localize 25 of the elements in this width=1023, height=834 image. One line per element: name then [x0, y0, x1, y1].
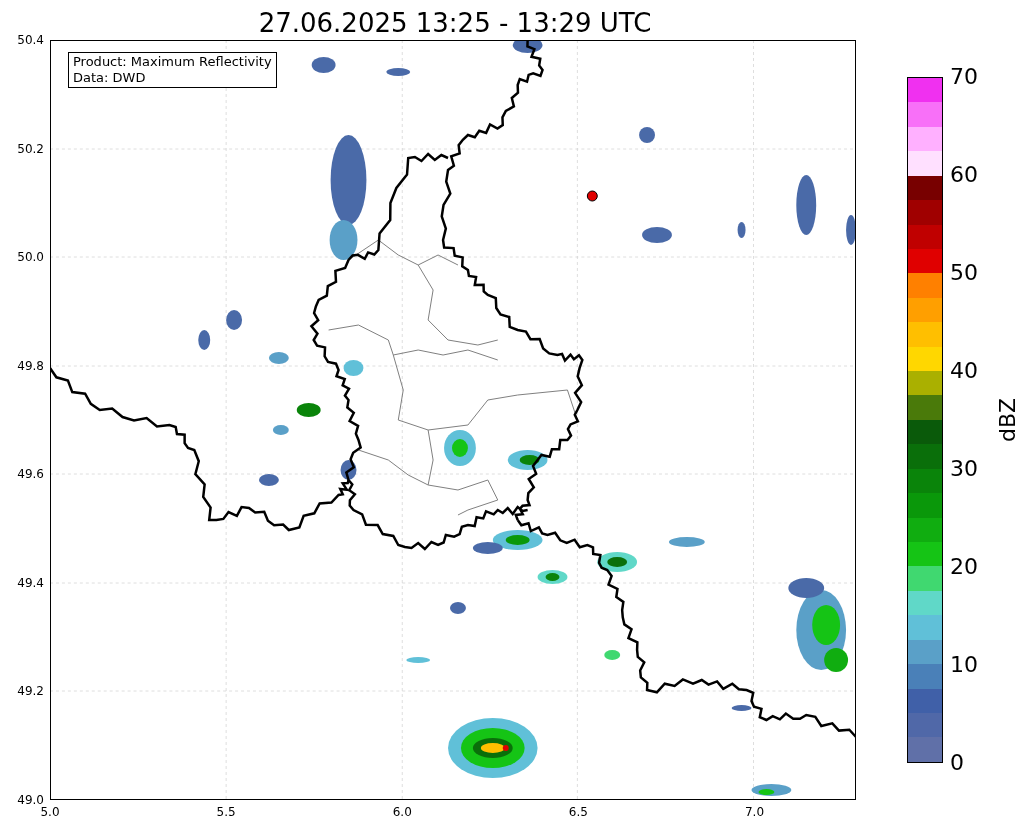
x-tick-label: 7.0: [745, 805, 765, 819]
y-tick-label: 50.2: [17, 141, 44, 156]
x-tick-label: 6.0: [392, 805, 412, 819]
x-tick-label: 5.5: [216, 805, 236, 819]
info-text: Product: Maximum Reflectivity: [73, 54, 272, 70]
y-tick-label: 49.6: [17, 467, 44, 482]
x-tick-label: 5.0: [40, 805, 60, 819]
colorbar-tick-label: 10: [950, 653, 978, 677]
x-tick-label: 6.5: [568, 805, 588, 819]
colorbar-tick-label: 0: [950, 751, 964, 775]
y-tick-label: 50.0: [17, 250, 44, 265]
colorbar-tick-label: 50: [950, 261, 978, 285]
colorbar-tick-label: 60: [950, 163, 978, 187]
y-tick-label: 49.0: [17, 793, 44, 807]
colorbar-tick-label: 70: [950, 65, 978, 89]
colorbar-tick-label: 30: [950, 457, 978, 481]
colorbar-tick-label: 40: [950, 359, 978, 383]
y-tick-label: 49.2: [17, 684, 44, 699]
y-tick-label: 49.4: [17, 575, 44, 590]
colorbar-label: dBZ: [996, 397, 1020, 443]
info-text: Data: DWD: [73, 70, 147, 86]
colorbar-tick-label: 20: [950, 555, 978, 579]
chart-title: 27.06.2025 13:25 - 13:29 UTC: [258, 7, 652, 40]
y-tick-label: 50.4: [17, 33, 44, 47]
y-tick-label: 49.8: [17, 358, 44, 373]
